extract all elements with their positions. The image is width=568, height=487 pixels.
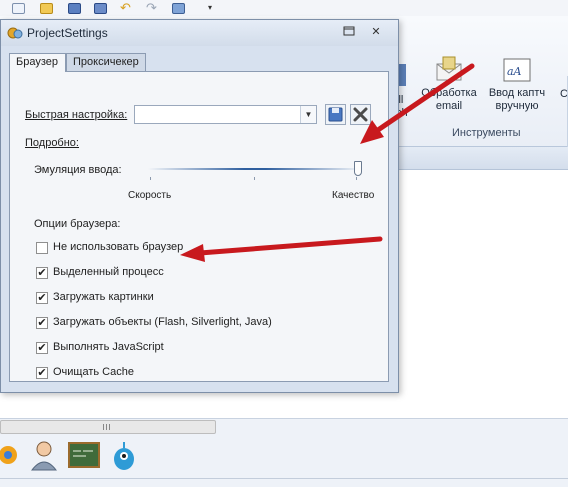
quick-access-toolbar: ↶ ↷ ▾ bbox=[0, 0, 568, 16]
browser-tab-panel: Быстрая настройка: ▼ Подробно: Эмуляция … bbox=[9, 71, 389, 382]
dialog-titlebar[interactable]: ProjectSettings ✕ bbox=[1, 20, 398, 46]
details-label: Подробно: bbox=[25, 137, 79, 149]
delete-preset-button[interactable] bbox=[350, 104, 371, 125]
option-label: Выделенный процесс bbox=[53, 266, 164, 278]
user-icon[interactable] bbox=[30, 440, 58, 475]
gear-character-icon[interactable] bbox=[0, 440, 22, 473]
save-icon[interactable] bbox=[68, 3, 81, 14]
checkbox[interactable] bbox=[36, 242, 48, 254]
process-email-label-2: email bbox=[435, 100, 463, 112]
new-icon[interactable] bbox=[12, 3, 25, 14]
checkbox[interactable]: ✔ bbox=[36, 342, 48, 354]
restore-icon[interactable] bbox=[342, 26, 356, 38]
checkbox[interactable]: ✔ bbox=[36, 292, 48, 304]
chalkboard-icon[interactable] bbox=[68, 442, 100, 473]
floppy-icon bbox=[328, 107, 343, 122]
manual-captcha-button[interactable]: aA Ввод каптч вручную bbox=[484, 56, 550, 113]
bottom-divider bbox=[0, 478, 568, 479]
emulation-slider-thumb[interactable] bbox=[353, 161, 362, 176]
database-icon[interactable] bbox=[172, 3, 185, 14]
redo-icon[interactable]: ↷ bbox=[146, 1, 159, 14]
checkbox[interactable]: ✔ bbox=[36, 267, 48, 279]
close-icon[interactable]: ✕ bbox=[369, 26, 383, 38]
open-icon[interactable] bbox=[40, 3, 53, 14]
slider-tick bbox=[254, 177, 255, 180]
save-all-icon[interactable] bbox=[94, 3, 107, 14]
input-emulation-label: Эмуляция ввода: bbox=[34, 164, 122, 176]
robot-icon[interactable] bbox=[110, 440, 138, 475]
manual-captcha-label-2: вручную bbox=[495, 100, 539, 112]
checkbox[interactable]: ✔ bbox=[36, 367, 48, 379]
browser-options-label: Опции браузера: bbox=[34, 218, 121, 230]
chevron-down-icon[interactable]: ▼ bbox=[300, 106, 316, 123]
option-label: Не использовать браузер bbox=[53, 241, 184, 253]
checkbox[interactable]: ✔ bbox=[36, 317, 48, 329]
option-label: Загружать картинки bbox=[53, 291, 154, 303]
project-settings-dialog: ProjectSettings ✕ Браузер Проксичекер Бы… bbox=[0, 19, 399, 393]
email-icon bbox=[434, 56, 464, 84]
process-email-button[interactable]: Обработка email bbox=[420, 56, 478, 113]
slider-max-label: Качество bbox=[332, 190, 375, 201]
slider-tick bbox=[150, 177, 151, 180]
ribbon-group-tools: Инструменты bbox=[452, 127, 521, 139]
manual-captcha-label-1: Ввод каптч bbox=[488, 87, 546, 99]
process-email-label-1: Обработка bbox=[421, 87, 477, 99]
svg-text:aA: aA bbox=[507, 65, 522, 78]
tab-proxy-checker[interactable]: Проксичекер bbox=[66, 53, 146, 71]
save-preset-button[interactable] bbox=[325, 104, 346, 125]
scrollbar-grip[interactable] bbox=[103, 424, 111, 430]
emulation-slider-track[interactable] bbox=[148, 168, 362, 170]
quick-setting-label: Быстрая настройка: bbox=[25, 109, 128, 121]
settings-gear-icon bbox=[7, 25, 23, 41]
undo-icon[interactable]: ↶ bbox=[120, 1, 133, 14]
quick-setting-combo[interactable]: ▼ bbox=[134, 105, 317, 124]
dialog-title: ProjectSettings bbox=[27, 26, 108, 40]
slider-tick bbox=[356, 177, 357, 180]
option-label: Загружать объекты (Flash, Silverlight, J… bbox=[53, 316, 272, 328]
delete-icon bbox=[353, 107, 368, 122]
captcha-icon: aA bbox=[502, 56, 532, 84]
option-label: Очищать Cache bbox=[53, 366, 134, 378]
tab-browser[interactable]: Браузер bbox=[9, 53, 66, 72]
horizontal-scrollbar[interactable] bbox=[0, 420, 216, 434]
dropdown-icon[interactable]: ▾ bbox=[208, 3, 221, 14]
option-label: Выполнять JavaScript bbox=[53, 341, 164, 353]
slider-min-label: Скорость bbox=[128, 190, 172, 201]
